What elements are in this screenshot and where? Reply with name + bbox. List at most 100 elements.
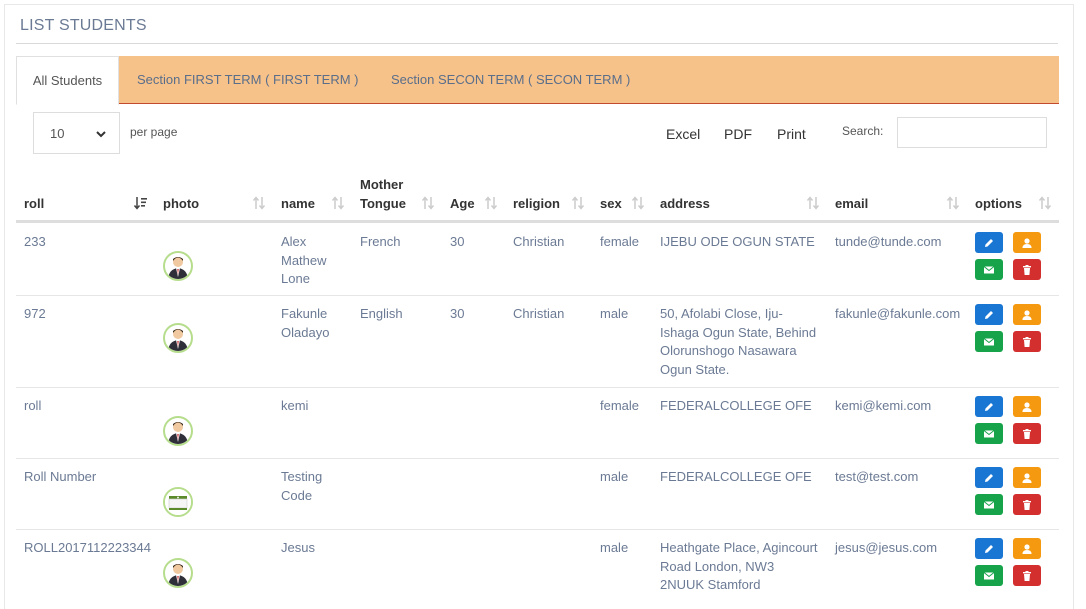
header-divider [16, 220, 1059, 223]
profile-button[interactable] [1013, 538, 1041, 559]
sort-icon[interactable] [252, 196, 266, 210]
pencil-icon [985, 402, 993, 411]
envelope-icon [983, 337, 995, 345]
tab-secon-term[interactable]: Section SECON TERM ( SECON TERM ) [391, 56, 630, 104]
envelope-icon [983, 429, 995, 437]
edit-button[interactable] [975, 396, 1003, 417]
name-cell: Alex Mathew Lone [281, 233, 327, 289]
address-cell: Heathgate Place, Agincourt Road London, … [660, 539, 825, 595]
sort-icon[interactable] [1038, 196, 1052, 210]
sort-icon[interactable] [421, 196, 435, 210]
column-header-options[interactable]: options [975, 194, 1022, 213]
page-length-value: 10 [50, 126, 65, 141]
mail-button[interactable] [975, 259, 1003, 280]
sort-icon[interactable] [946, 196, 960, 210]
edit-button[interactable] [975, 538, 1003, 559]
delete-button[interactable] [1013, 565, 1041, 586]
roll-cell: 233 [24, 234, 46, 249]
profile-button[interactable] [1013, 467, 1041, 488]
envelope-icon [983, 500, 995, 508]
mother-tongue-cell: English [360, 306, 403, 321]
print-button[interactable]: Print [777, 126, 806, 142]
mail-button[interactable] [975, 423, 1003, 444]
pencil-icon [985, 544, 993, 553]
sort-icon[interactable] [806, 196, 820, 210]
user-icon [1022, 543, 1032, 554]
export-excel-button[interactable]: Excel [666, 126, 700, 142]
page-length-select[interactable]: 10 [33, 112, 120, 154]
envelope-icon [983, 571, 995, 579]
page-title: LIST STUDENTS [20, 17, 147, 34]
religion-cell: Christian [513, 306, 565, 321]
row-divider [16, 387, 1059, 388]
edit-button[interactable] [975, 467, 1003, 488]
column-header-mother-tongue[interactable]: Mother Tongue [360, 175, 420, 213]
per-page-label: per page [130, 125, 178, 139]
profile-button[interactable] [1013, 396, 1041, 417]
section-tab-bar: All Students Section FIRST TERM ( FIRST … [16, 56, 1059, 105]
roll-cell: ROLL2017112223344 [24, 540, 151, 555]
export-pdf-button[interactable]: PDF [724, 126, 752, 142]
sort-icon[interactable] [484, 196, 498, 210]
address-line: 50, Afolabi Close, Iju- [660, 306, 783, 321]
pencil-icon [985, 310, 993, 319]
religion-cell: Christian [513, 234, 565, 249]
name-line: Alex [281, 234, 307, 249]
address-cell: IJEBU ODE OGUN STATE [660, 233, 825, 252]
trash-icon [1023, 264, 1031, 275]
column-header-roll[interactable]: roll [24, 194, 44, 213]
age-cell: 30 [450, 234, 465, 249]
mail-button[interactable] [975, 565, 1003, 586]
delete-button[interactable] [1013, 259, 1041, 280]
sort-icon[interactable] [631, 196, 645, 210]
address-line: Ogun State. [660, 361, 730, 377]
email-cell: jesus@jesus.com [835, 540, 938, 555]
student-avatar [163, 558, 193, 588]
address-line: FEDERALCOLLEGE OFE [660, 398, 812, 413]
edit-button[interactable] [975, 232, 1003, 253]
mail-button[interactable] [975, 331, 1003, 352]
email-cell: test@test.com [835, 469, 919, 484]
trash-icon [1023, 570, 1031, 581]
column-header-name[interactable]: name [281, 194, 315, 213]
column-header-religion[interactable]: religion [513, 194, 560, 213]
address-line: Ishaga Ogun State, Behind [660, 324, 817, 340]
sex-cell: male [600, 540, 629, 555]
email-cell: tunde@tunde.com [835, 234, 942, 249]
sort-icon[interactable] [571, 196, 585, 210]
address-cell: FEDERALCOLLEGE OFE [660, 397, 825, 416]
sex-cell: female [600, 398, 640, 413]
mail-button[interactable] [975, 494, 1003, 515]
user-icon [1022, 237, 1032, 248]
user-icon [1022, 472, 1032, 483]
column-header-sex[interactable]: sex [600, 194, 622, 213]
pencil-icon [985, 473, 993, 482]
row-divider [16, 458, 1059, 459]
address-line: IJEBU ODE OGUN STATE [660, 234, 815, 249]
student-avatar [163, 323, 193, 353]
delete-button[interactable] [1013, 494, 1041, 515]
column-header-photo[interactable]: photo [163, 194, 199, 213]
trash-icon [1023, 336, 1031, 347]
name-line: Testing [281, 469, 323, 484]
title-divider [16, 43, 1058, 44]
row-divider [16, 295, 1059, 296]
profile-button[interactable] [1013, 304, 1041, 325]
column-header-age[interactable]: Age [450, 194, 475, 213]
column-header-email[interactable]: email [835, 194, 868, 213]
tab-first-term[interactable]: Section FIRST TERM ( FIRST TERM ) [137, 56, 359, 104]
sort-icon[interactable] [331, 196, 345, 210]
search-input[interactable] [897, 117, 1047, 148]
delete-button[interactable] [1013, 331, 1041, 352]
column-header-address[interactable]: address [660, 194, 710, 213]
sort-ascending-icon[interactable] [133, 196, 148, 210]
pencil-icon [985, 238, 993, 247]
name-line: Jesus [281, 540, 315, 555]
address-cell: FEDERALCOLLEGE OFE [660, 468, 825, 487]
tab-all-students[interactable]: All Students [16, 56, 119, 105]
profile-button[interactable] [1013, 232, 1041, 253]
edit-button[interactable] [975, 304, 1003, 325]
address-line: Road London, NW3 [660, 558, 775, 574]
sex-cell: male [600, 469, 629, 484]
delete-button[interactable] [1013, 423, 1041, 444]
